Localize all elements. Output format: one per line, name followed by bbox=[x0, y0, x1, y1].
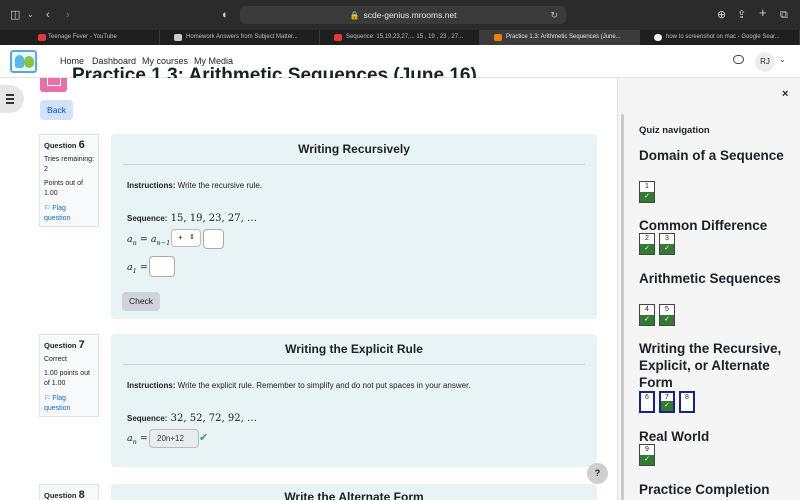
flag-question-link[interactable]: ⚐ Flag question bbox=[44, 394, 94, 414]
quiz-nav-question-9[interactable]: 9 ✓ bbox=[639, 444, 655, 466]
tab-label: Sequence: 15,19,23,27,... 15 , 19 , 23 ,… bbox=[346, 34, 464, 40]
google-favicon-icon bbox=[654, 34, 662, 41]
first-term-equation: a1 = bbox=[127, 262, 148, 275]
section-writing-forms: Writing the Recursive, Explicit, or Alte… bbox=[639, 341, 782, 390]
forward-arrow-icon[interactable]: › bbox=[66, 8, 70, 22]
lock-icon: 🔒 bbox=[349, 11, 360, 20]
url-text: scde-genius.mrooms.net bbox=[363, 10, 457, 20]
quiz-nav-question-7[interactable]: 7 ✓ bbox=[659, 391, 675, 413]
answered-check-icon: ✓ bbox=[640, 315, 654, 325]
recursive-rule-equation: an = an−1 bbox=[127, 234, 171, 247]
privacy-shield-icon[interactable]: ◐ bbox=[222, 8, 229, 22]
correct-check-icon: ✔ bbox=[199, 432, 209, 444]
back-arrow-icon[interactable]: ‹ bbox=[46, 8, 50, 22]
section-common-difference: Common Difference bbox=[639, 218, 768, 233]
messages-icon[interactable] bbox=[733, 55, 744, 64]
question-number: Question 6 bbox=[44, 139, 85, 151]
explicit-rule-equation: an = bbox=[127, 433, 148, 446]
tab-overview-icon[interactable]: ⧉ bbox=[780, 8, 788, 22]
question-title: Writing Recursively bbox=[298, 142, 410, 156]
section-arithmetic-sequences: Arithmetic Sequences bbox=[639, 271, 781, 286]
check-button[interactable]: Check bbox=[122, 292, 160, 311]
answered-check-icon: ✓ bbox=[660, 315, 674, 325]
chevron-down-icon[interactable]: ⌄ bbox=[779, 55, 786, 64]
tab-homework-answers[interactable]: Homework Answers from Subject Matter... bbox=[160, 30, 320, 45]
tab-sequence[interactable]: Sequence: 15,19,23,27,... 15 , 19 , 23 ,… bbox=[320, 30, 480, 45]
quiz-nav-title: Quiz navigation bbox=[639, 125, 710, 136]
question-title: Writing the Explicit Rule bbox=[285, 342, 423, 356]
avatar[interactable]: RJ bbox=[755, 52, 775, 72]
tab-practice[interactable]: Practice 1.3: Arithmetic Sequences (June… bbox=[480, 30, 640, 45]
close-favicon-icon bbox=[334, 34, 342, 41]
common-difference-input[interactable] bbox=[203, 229, 224, 249]
section-practice-completion: Practice Completion bbox=[639, 482, 770, 497]
youtube-favicon-icon bbox=[38, 34, 46, 41]
section-real-world: Real World bbox=[639, 429, 710, 444]
tab-bar: Teenage Fever - YouTube Homework Answers… bbox=[0, 30, 800, 45]
answered-check-icon: ✓ bbox=[640, 455, 654, 465]
sequence-text: Sequence: 15, 19, 23, 27, … bbox=[127, 213, 257, 224]
first-term-input[interactable] bbox=[149, 256, 175, 277]
page-title: Practice 1.3: Arithmetic Sequences (June… bbox=[72, 65, 477, 78]
points-info: Points out of 1.00 bbox=[44, 180, 83, 197]
question-panel-7: Writing the Explicit Rule Instructions: … bbox=[111, 334, 597, 467]
question-info-7: Question 7 Correct 1.00 points out of 1.… bbox=[39, 334, 99, 417]
answered-check-icon: ✓ bbox=[640, 244, 654, 254]
address-bar[interactable]: 🔒 scde-genius.mrooms.net ↻ bbox=[240, 6, 566, 24]
instructions: Instructions: Write the explicit rule. R… bbox=[127, 381, 471, 390]
tab-label: Teenage Fever - YouTube bbox=[48, 34, 117, 40]
up-down-arrows-icon: ⇕ bbox=[189, 234, 195, 241]
reload-icon[interactable]: ↻ bbox=[550, 6, 558, 24]
chevron-down-icon[interactable]: ⌄ bbox=[27, 8, 34, 22]
flag-icon: ⚐ bbox=[44, 395, 51, 402]
explicit-rule-answer[interactable]: 20n+12 bbox=[149, 429, 199, 448]
back-button[interactable]: Back bbox=[40, 100, 73, 120]
question-status: Correct bbox=[44, 356, 67, 363]
quiz-nav-question-1[interactable]: 1 ✓ bbox=[639, 181, 655, 203]
flag-question-link[interactable]: ⚐ Flag question bbox=[44, 204, 94, 224]
browser-toolbar: ◫ ⌄ ‹ › ◐ 🔒 scde-genius.mrooms.net ↻ ⊕ ⇪ … bbox=[0, 0, 800, 30]
document-favicon-icon bbox=[174, 34, 182, 41]
moodle-favicon-icon bbox=[494, 34, 502, 41]
tab-label: Practice 1.3: Arithmetic Sequences (June… bbox=[506, 34, 621, 40]
help-button[interactable]: ? bbox=[587, 463, 608, 484]
tries-remaining: Tries remaining: 2 bbox=[44, 156, 94, 173]
download-icon[interactable]: ⊕ bbox=[717, 8, 726, 22]
question-info-8: Question 8 bbox=[39, 484, 99, 500]
question-panel-6: Writing Recursively Instructions: Write … bbox=[111, 134, 597, 319]
left-strip bbox=[0, 78, 26, 500]
answered-check-icon: ✓ bbox=[640, 192, 654, 202]
section-domain-of-a-sequence: Domain of a Sequence bbox=[639, 148, 784, 163]
quiz-navigation-drawer: × Quiz navigation Domain of a Sequence 1… bbox=[617, 78, 800, 500]
quiz-nav-question-5[interactable]: 5 ✓ bbox=[659, 304, 675, 326]
question-number: Question 8 bbox=[44, 489, 85, 500]
tab-label: how to screenshot on mac - Google Sear..… bbox=[666, 34, 780, 40]
new-tab-icon[interactable]: + bbox=[759, 6, 767, 20]
sidebar-toggle-icon[interactable]: ◫ bbox=[10, 8, 20, 22]
instructions: Instructions: Write the recursive rule. bbox=[127, 181, 262, 190]
quiz-nav-question-6[interactable]: 6 bbox=[639, 391, 655, 413]
answered-check-icon: ✓ bbox=[661, 401, 673, 411]
scrollbar[interactable] bbox=[621, 114, 624, 500]
quiz-nav-question-2[interactable]: 2 ✓ bbox=[639, 233, 655, 255]
site-logo[interactable] bbox=[10, 50, 37, 73]
tab-label: Homework Answers from Subject Matter... bbox=[186, 34, 298, 40]
close-icon[interactable]: × bbox=[782, 88, 788, 100]
question-panel-8: Write the Alternate Form bbox=[111, 484, 597, 500]
answered-check-icon: ✓ bbox=[660, 244, 674, 254]
quiz-nav-question-8[interactable]: 8 bbox=[679, 391, 695, 413]
operator-select[interactable]: + ⇕ bbox=[171, 229, 201, 247]
share-icon[interactable]: ⇪ bbox=[737, 8, 746, 22]
question-info-6: Question 6 Tries remaining: 2 Points out… bbox=[39, 134, 99, 227]
flag-icon: ⚐ bbox=[44, 205, 51, 212]
points-info: 1.00 points out of 1.00 bbox=[44, 370, 90, 387]
tab-youtube[interactable]: Teenage Fever - YouTube bbox=[0, 30, 160, 45]
quiz-nav-question-4[interactable]: 4 ✓ bbox=[639, 304, 655, 326]
question-number: Question 7 bbox=[44, 339, 85, 351]
activity-icon bbox=[40, 78, 67, 92]
sequence-text: Sequence: 32, 52, 72, 92, … bbox=[127, 413, 257, 424]
tab-google-search[interactable]: how to screenshot on mac - Google Sear..… bbox=[640, 30, 800, 45]
question-title: Write the Alternate Form bbox=[284, 490, 424, 500]
quiz-nav-question-3[interactable]: 3 ✓ bbox=[659, 233, 675, 255]
